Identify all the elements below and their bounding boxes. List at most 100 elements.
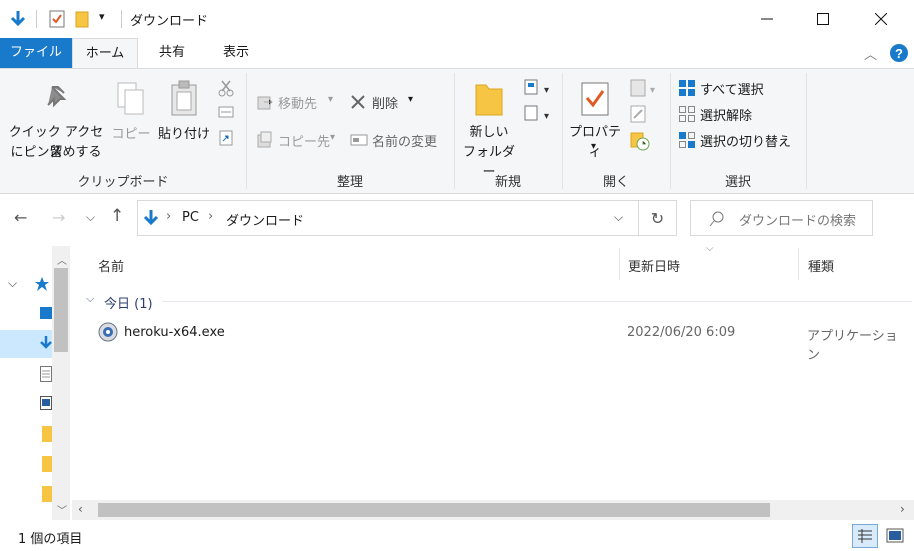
clipboard-group-label: クリップボード: [77, 175, 169, 190]
quick-access-star-icon[interactable]: [34, 276, 50, 292]
new-item-icon[interactable]: ▾: [524, 79, 552, 97]
properties-icon[interactable]: [49, 10, 65, 28]
select-all-button[interactable]: すべて選択: [678, 77, 804, 99]
group-header-today[interactable]: ⌵ 今日 (1): [80, 290, 912, 312]
large-icons-view-button[interactable]: [882, 524, 908, 548]
copy-button[interactable]: コピー: [110, 75, 152, 165]
close-icon: [875, 13, 887, 25]
select-none-button[interactable]: 選択解除: [678, 103, 804, 125]
divider: [121, 10, 122, 28]
downloads-icon[interactable]: [40, 336, 52, 350]
pictures-icon[interactable]: [40, 396, 52, 410]
column-header-type[interactable]: 種類: [808, 256, 834, 275]
chevron-down-icon: ▾: [408, 94, 414, 105]
column-header-modified[interactable]: 更新日時: [628, 256, 680, 275]
new-folder-icon[interactable]: [75, 10, 89, 28]
easy-access-icon[interactable]: ▾: [524, 105, 552, 123]
collapse-ribbon-icon[interactable]: ︿: [864, 44, 877, 63]
breadcrumb-downloads[interactable]: ダウンロード: [226, 210, 304, 229]
maximize-button[interactable]: [800, 0, 846, 38]
edit-icon[interactable]: [630, 105, 648, 123]
recent-locations-icon[interactable]: ⌵: [86, 210, 95, 225]
minimize-button[interactable]: [744, 0, 790, 38]
move-to-button[interactable]: 移動先 ▾: [256, 91, 340, 113]
pin-to-quick-access-button[interactable]: クイック アクセス にピン留めする: [6, 75, 106, 165]
tab-view[interactable]: 表示: [210, 38, 262, 68]
horizontal-scrollbar[interactable]: ‹ ›: [72, 500, 914, 520]
select-all-label: すべて選択: [700, 83, 764, 98]
properties-check-icon: [581, 82, 609, 116]
refresh-button[interactable]: ↻: [639, 200, 677, 236]
folder-icon[interactable]: [42, 486, 52, 502]
rename-label: 名前の変更: [372, 135, 438, 150]
scroll-right-icon[interactable]: ›: [900, 502, 905, 516]
file-modified: 2022/06/20 6:09: [627, 325, 736, 340]
rename-icon: [350, 134, 368, 146]
ribbon: クイック アクセス にピン留めする コピー 貼り付け クリップボード 移動先 ▾…: [0, 68, 914, 194]
column-separator[interactable]: [798, 248, 799, 280]
tab-file[interactable]: ファイル: [0, 38, 72, 68]
pin-label-2: にピン留めする: [10, 145, 102, 160]
download-arrow-icon[interactable]: [9, 10, 27, 28]
search-placeholder: ダウンロードの検索: [739, 214, 857, 229]
svg-text:?: ?: [895, 46, 903, 61]
select-none-label: 選択解除: [700, 109, 753, 124]
properties-button[interactable]: プロパティ ▾: [564, 75, 626, 165]
organize-group-label: 整理: [336, 175, 363, 190]
scroll-up-icon[interactable]: ︿: [57, 252, 67, 267]
help-icon[interactable]: ?: [889, 43, 909, 63]
details-view-button[interactable]: [852, 524, 878, 548]
history-icon[interactable]: [630, 131, 650, 151]
paste-button[interactable]: 貼り付け: [156, 75, 212, 165]
open-group-label: 開く: [602, 175, 629, 190]
file-type: アプリケーション: [807, 329, 898, 363]
new-group-label: 新規: [494, 175, 521, 190]
nav-scrollbar[interactable]: ︿ ﹀: [52, 246, 70, 520]
column-header-name[interactable]: 名前: [98, 256, 124, 275]
delete-button[interactable]: 削除 ▾: [350, 91, 420, 113]
breadcrumb-chevron-icon: ›: [208, 209, 214, 224]
nav-scroll-thumb[interactable]: [54, 268, 68, 352]
close-button[interactable]: [858, 0, 904, 38]
move-to-label: 移動先: [278, 97, 318, 112]
select-all-icon: [679, 80, 695, 96]
pin-icon: [47, 86, 67, 108]
status-bar: 1 個の項目: [0, 522, 914, 551]
new-folder-button[interactable]: 新しい フォルダー: [458, 75, 520, 180]
details-view-icon: [858, 529, 872, 543]
tab-share[interactable]: 共有: [146, 38, 198, 68]
horizontal-scroll-thumb[interactable]: [98, 503, 770, 517]
desktop-icon[interactable]: [40, 306, 52, 320]
scroll-down-icon[interactable]: ﹀: [57, 502, 67, 517]
expand-chevron-icon[interactable]: ⌵: [8, 276, 17, 291]
address-bar[interactable]: › PC › ダウンロード ⌵: [137, 200, 639, 236]
file-row[interactable]: heroku-x64.exe 2022/06/20 6:09 アプリケーション: [96, 320, 904, 363]
up-icon[interactable]: ↑: [110, 206, 124, 226]
divider: [36, 10, 37, 28]
item-count: 1 個の項目: [18, 532, 83, 547]
scroll-left-icon[interactable]: ‹: [78, 502, 83, 516]
column-separator[interactable]: [619, 248, 620, 280]
invert-selection-button[interactable]: 選択の切り替え: [678, 129, 804, 151]
paste-shortcut-icon[interactable]: [218, 129, 234, 147]
documents-icon[interactable]: [40, 366, 52, 382]
folder-icon[interactable]: [42, 456, 52, 472]
search-box[interactable]: ダウンロードの検索: [690, 200, 873, 236]
copy-label: コピー: [111, 127, 151, 142]
address-dropdown-icon[interactable]: ⌵: [614, 210, 623, 225]
svg-text:▾: ▾: [650, 85, 655, 96]
qat-dropdown-icon[interactable]: ▾: [99, 10, 105, 23]
svg-text:▾: ▾: [544, 111, 549, 122]
open-icon[interactable]: ▾: [630, 79, 660, 97]
back-icon[interactable]: ←: [14, 208, 27, 227]
copy-to-button[interactable]: コピー先 ▾: [256, 129, 340, 151]
rename-button[interactable]: 名前の変更: [350, 129, 446, 151]
copy-path-icon[interactable]: [218, 105, 234, 119]
forward-icon[interactable]: →: [52, 208, 65, 227]
tab-home[interactable]: ホーム: [72, 38, 138, 68]
new-folder-label-1: 新しい: [469, 125, 509, 140]
svg-text:▾: ▾: [544, 85, 549, 96]
breadcrumb-pc[interactable]: PC: [182, 210, 199, 225]
folder-icon[interactable]: [42, 426, 52, 442]
cut-icon[interactable]: [218, 79, 234, 97]
